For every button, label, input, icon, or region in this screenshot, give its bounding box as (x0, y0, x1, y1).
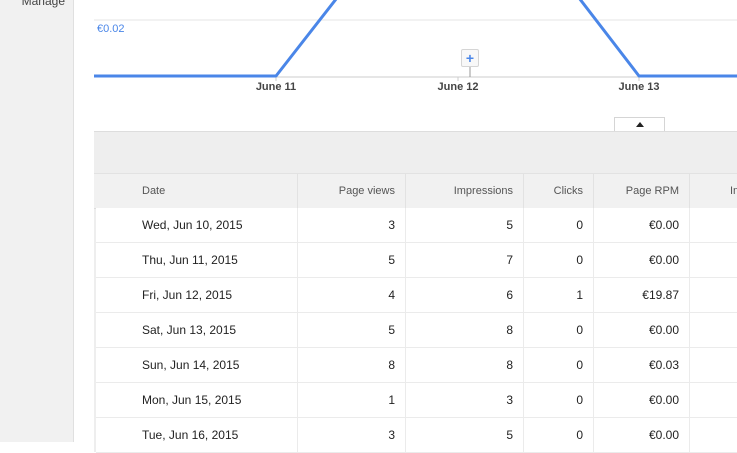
cell-date: Fri, Jun 12, 2015 (142, 288, 233, 302)
cell-truncated (689, 278, 737, 312)
cell-clicks: 1 (523, 278, 593, 312)
table-row: Sat, Jun 13, 2015 5 8 0 €0.00 (96, 313, 737, 348)
cell-page-views: 3 (297, 418, 405, 452)
line-chart: €0.02 June 11 June 12 June 13 + (0, 0, 737, 120)
column-header-impressions[interactable]: Impressions (405, 174, 523, 208)
add-annotation-button[interactable]: + (461, 49, 479, 67)
cell-impressions: 3 (405, 383, 523, 417)
cell-clicks: 0 (523, 383, 593, 417)
column-header-clicks[interactable]: Clicks (523, 174, 593, 208)
cell-truncated (689, 313, 737, 347)
series-line-page-rpm (94, 0, 737, 78)
cell-truncated (689, 383, 737, 417)
cell-truncated (689, 348, 737, 382)
y-tick-label: €0.02 (97, 23, 125, 35)
column-header-date[interactable]: Date (94, 174, 297, 208)
cell-page-rpm: €0.00 (593, 243, 689, 277)
plus-icon: + (465, 50, 475, 66)
cell-impressions: 7 (405, 243, 523, 277)
x-tick-label-june-12: June 12 (437, 81, 479, 93)
cell-impressions: 5 (405, 418, 523, 452)
cell-truncated (689, 243, 737, 277)
x-tick-label-june-11: June 11 (255, 81, 297, 93)
caret-up-icon (636, 122, 644, 127)
cell-date: Tue, Jun 16, 2015 (142, 428, 239, 442)
cell-page-views: 5 (297, 313, 405, 347)
cell-page-rpm: €0.00 (593, 208, 689, 242)
cell-impressions: 5 (405, 208, 523, 242)
cell-clicks: 0 (523, 243, 593, 277)
cell-clicks: 0 (523, 313, 593, 347)
table-row: Sun, Jun 14, 2015 8 8 0 €0.03 (96, 348, 737, 383)
cell-page-rpm: €19.87 (593, 278, 689, 312)
cell-impressions: 6 (405, 278, 523, 312)
table-row: Thu, Jun 11, 2015 5 7 0 €0.00 (96, 243, 737, 278)
table-row: Mon, Jun 15, 2015 1 3 0 €0.00 (96, 383, 737, 418)
cell-page-views: 4 (297, 278, 405, 312)
table-row: Tue, Jun 16, 2015 3 5 0 €0.00 (96, 418, 737, 453)
column-header-page-rpm[interactable]: Page RPM (593, 174, 689, 208)
cell-impressions: 8 (405, 348, 523, 382)
collapse-chart-tab[interactable] (614, 117, 665, 132)
cell-clicks: 0 (523, 348, 593, 382)
cell-clicks: 0 (523, 208, 593, 242)
cell-page-views: 5 (297, 243, 405, 277)
cell-truncated (689, 418, 737, 452)
cell-page-views: 3 (297, 208, 405, 242)
table-row: Wed, Jun 10, 2015 3 5 0 €0.00 (96, 208, 737, 243)
cell-clicks: 0 (523, 418, 593, 452)
cell-page-rpm: €0.00 (593, 383, 689, 417)
cell-truncated (689, 208, 737, 242)
cell-date: Sun, Jun 14, 2015 (142, 358, 240, 372)
report-table: Date Page views Impressions Clicks Page … (94, 131, 737, 453)
column-header-page-views[interactable]: Page views (297, 174, 405, 208)
cell-impressions: 8 (405, 313, 523, 347)
column-header-truncated[interactable]: Im (689, 174, 737, 208)
x-tick-label-june-13: June 13 (618, 81, 660, 93)
table-header: Date Page views Impressions Clicks Page … (94, 173, 737, 209)
cell-page-rpm: €0.03 (593, 348, 689, 382)
cell-page-rpm: €0.00 (593, 313, 689, 347)
cell-page-rpm: €0.00 (593, 418, 689, 452)
cell-date: Sat, Jun 13, 2015 (142, 323, 237, 337)
table-body: Wed, Jun 10, 2015 3 5 0 €0.00 Thu, Jun 1… (96, 208, 737, 453)
cell-page-views: 1 (297, 383, 405, 417)
cell-page-views: 8 (297, 348, 405, 382)
cell-date: Wed, Jun 10, 2015 (142, 218, 243, 232)
chart-canvas (94, 0, 737, 81)
table-row: Fri, Jun 12, 2015 4 6 1 €19.87 (96, 278, 737, 313)
cell-date: Thu, Jun 11, 2015 (142, 253, 238, 267)
cell-date: Mon, Jun 15, 2015 (142, 393, 242, 407)
